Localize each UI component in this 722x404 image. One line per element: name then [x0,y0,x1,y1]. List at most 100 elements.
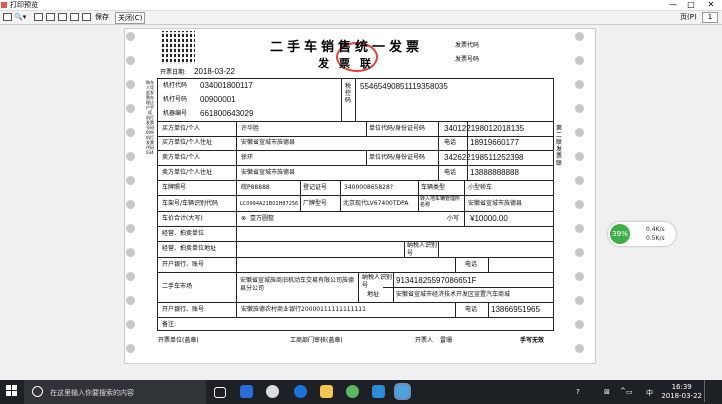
reg-no-label: 登记证号 [303,184,328,191]
download-speed: 0.5K/s [646,235,665,242]
reg-no: 340000865828? [344,184,393,191]
upload-speed: 0.4K/s [646,226,665,233]
buyer-phone-label: 电话 [444,139,457,146]
four-page-icon[interactable] [70,13,79,21]
taskbar-search[interactable]: 在这里输入你要搜索的内容 [24,380,206,404]
vin: LC0994A21B01H87256 [240,201,299,207]
auction-addr-label: 经营、拍卖单位地址 [162,245,217,252]
window-title: 打印预览 [10,1,38,9]
issuer: 雷珊 [440,337,453,344]
machine-no-label: 机打号码 [163,96,188,103]
market-addr: 安徽省宣城市经济技术开发区宣置汽车商城 [396,291,511,298]
tray-icon-1[interactable]: ⊠ [604,388,610,396]
buyer-id: 340122198012018135 [444,124,525,133]
clock[interactable]: 16:39 2018-03-22 [661,383,702,401]
invoice-subtitle: 发票联 [318,57,381,70]
close-button[interactable]: 关闭(C) [115,12,146,24]
total-small: ¥10000.00 [470,214,508,223]
chevron-up-icon[interactable]: ^ [620,387,626,395]
printer-icon[interactable] [3,13,12,21]
close-window-button[interactable]: ✕ [704,0,718,10]
buyer: 许华胜 [241,125,260,132]
network-monitor[interactable]: 39% 0.4K/s 0.5K/s [608,222,676,246]
save-button[interactable]: 保存 [95,13,109,22]
clock-time: 16:39 [671,383,692,391]
buyer-addr-label: 买方单位/个人住址 [162,139,213,146]
minimize-button[interactable]: — [666,0,680,10]
windows-start-icon[interactable] [6,385,18,397]
search-placeholder: 在这里输入你要搜索的内容 [50,389,134,397]
device-no-label: 机器编号 [163,110,188,117]
buyer-phone: 18919660177 [470,138,519,147]
auction-label: 经营、拍卖单位 [162,230,205,237]
taxpayer-id-label-1: 纳税人识别号 [407,242,438,257]
print-app-icon[interactable] [394,383,411,400]
issuer-label: 开票人 [415,337,434,344]
seller-addr: 安徽省宣城市旌德县 [241,169,296,176]
buyer-label: 买方单位/个人 [162,125,201,132]
issue-date-label: 开票日期: [160,69,187,76]
market-label: 二手车市场 [162,283,193,290]
seller: 徐环 [241,154,254,161]
buyer-id-label: 单位代码/身份证号码 [369,125,426,132]
seller-sign-label: 开票单位(盖章) [158,337,199,344]
device-no: 661800643029 [200,109,254,118]
vehicle-type: 小型轿车 [468,184,493,191]
ie-icon[interactable] [294,385,307,398]
folder-icon[interactable] [320,385,333,398]
handwriting-note: 手写无效 [520,337,545,344]
two-page-icon[interactable] [46,13,55,21]
tax-code-label: 税控码 [344,83,351,104]
toolbar: 🔍▾ 保存 关闭(C) 页(P) 1 [0,11,722,25]
transfer-office-label: 转入地车辆管理所名称 [420,196,461,208]
network-icon[interactable]: ▭ [626,388,633,396]
zoom-icon[interactable]: 🔍▾ [14,13,26,22]
bank-label-2: 开户银行、账号 [162,306,205,313]
title-bar: 打印预览 — □ ✕ [0,0,722,11]
seller-phone: 13888888888 [470,168,519,177]
market-name: 安徽省宣城旌商旧机动车交易有限公司旌德县分公司 [240,277,355,292]
notification-icon[interactable] [704,380,711,402]
phone-value: 13866951965 [491,305,540,314]
lang-indicator[interactable]: 中 [646,388,653,398]
check-icon: ⊗ [241,215,247,222]
total-label: 车价合计(大写) [162,215,203,222]
three-page-icon[interactable] [58,13,67,21]
machine-no: 00900001 [200,95,236,104]
seller-id-label: 单位代码/身份证号码 [369,154,426,161]
market-taxid-label: 纳税人识别号 [362,274,393,289]
app-green-icon[interactable] [346,385,359,398]
total-upper: 壹万圆整 [250,215,275,222]
one-page-icon[interactable] [34,13,43,21]
plate-label: 车牌照号 [162,184,187,191]
vehicle-type-label: 车辆类型 [421,184,446,191]
page-input[interactable]: 1 [702,12,718,23]
help-icon[interactable]: ? [576,388,580,396]
six-page-icon[interactable] [82,13,91,21]
seller-addr-label: 卖方单位/个人住址 [162,169,213,176]
page-label: 页(P) [680,13,697,21]
app-icon [1,2,7,8]
invoice-code-label: 发票代码 [455,42,480,49]
seller-phone-label: 电话 [444,169,457,176]
maximize-button[interactable]: □ [684,0,698,10]
machine-code-label: 机打代码 [163,82,188,89]
left-side-text: 购车人凭此发票办理过户手续 机打发票号码 00900001 机打发票代码 034… [146,80,154,155]
edge-browser-icon[interactable] [240,385,253,398]
app-w-icon[interactable] [372,385,385,398]
task-view-icon[interactable] [214,387,226,398]
seller-id: 342622198511252398 [444,153,524,162]
network-percent: 39% [610,224,630,244]
remark-label: 备注: [162,321,177,328]
transfer-office: 安徽省宣城市旌德县 [468,200,523,207]
cortana-icon [32,386,43,397]
seller-label: 卖方单位/个人 [162,154,201,161]
vin-label: 车架号/车辆识别代码 [162,200,219,207]
model: 北京现代LV67400TDPA [343,200,409,207]
market-addr-label: 地址 [367,291,380,298]
machine-code: 034001800117 [200,81,253,90]
taskbar: 在这里输入你要搜索的内容 ? ⊠ ▭ 中 ^ 16:39 2018-03-22 [0,380,722,404]
browser-icon[interactable] [266,385,279,398]
phone-label-2: 电话 [465,306,478,313]
invoice-title: 二手车销售统一发票 [270,40,424,55]
